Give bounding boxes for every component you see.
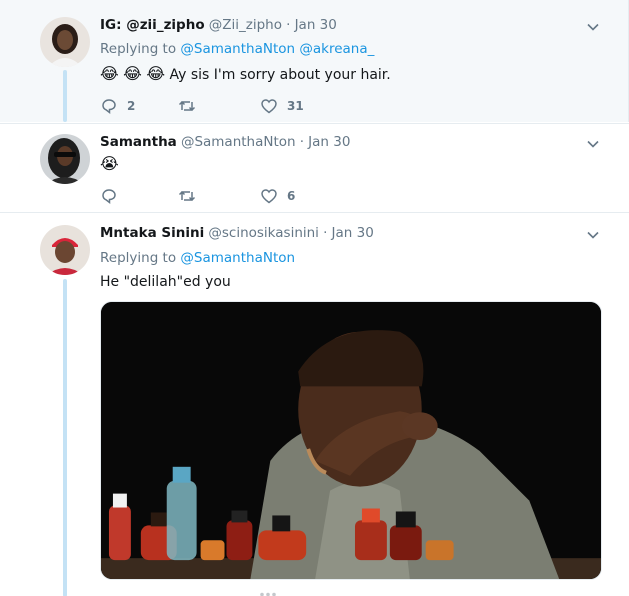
emoji: 😂 [146,64,166,83]
more-dots-icon [260,592,276,596]
timestamp[interactable]: Jan 30 [332,225,374,241]
mention-link[interactable]: @akreana_ [299,41,374,57]
tweet-header: IG: @zii_zipho @Zii_zipho · Jan 30 [100,17,337,33]
emoji: 😂 [100,64,119,83]
thread-line [63,70,67,122]
tweet-text: 😭 [100,154,119,173]
reply-count: 2 [127,99,136,113]
chevron-down-icon[interactable] [586,137,600,151]
tweet-body: He "delilah"ed you [100,274,231,290]
tweet-media-image[interactable] [100,301,602,580]
replying-label: Replying to [100,41,177,57]
retweet-button[interactable] [178,186,205,206]
emoji: 😂 [123,64,142,83]
reply-icon [102,189,116,205]
crying-man-image [101,302,601,579]
display-name[interactable]: IG: @zii_zipho [100,17,205,33]
tweet-text: 😂 😂 😂 Ay sis I'm sorry about your hair. [100,64,391,83]
handle[interactable]: @SamanthaNton [181,134,296,150]
tweet-zii-zipho[interactable]: IG: @zii_zipho @Zii_zipho · Jan 30 Reply… [0,0,629,122]
tweet-actions: 2 31 [100,96,400,116]
retweet-icon [178,190,196,202]
tweet-text: He "delilah"ed you [100,274,231,290]
emoji: 😭 [100,154,119,173]
avatar[interactable] [40,225,90,275]
like-button[interactable]: 6 [260,186,295,206]
tweet-header: Mntaka Sinini @scinosikasinini · Jan 30 [100,225,374,241]
display-name[interactable]: Samantha [100,134,177,150]
like-count: 31 [287,99,304,113]
tweet-samantha[interactable]: Samantha @SamanthaNton · Jan 30 😭 6 [0,123,629,212]
avatar[interactable] [40,17,90,67]
handle[interactable]: @scinosikasinini [208,225,319,241]
replying-to: Replying to @SamanthaNton [100,250,295,266]
like-button[interactable]: 31 [260,96,304,116]
replying-label: Replying to [100,250,177,266]
reply-button[interactable]: 2 [100,96,135,116]
chevron-down-icon[interactable] [586,20,600,34]
retweet-button[interactable] [178,96,205,116]
separator: · [323,225,328,241]
timestamp[interactable]: Jan 30 [295,17,337,33]
tweet-actions: 6 [100,186,400,206]
mention-link[interactable]: @SamanthaNton [180,41,295,57]
chevron-down-icon[interactable] [586,228,600,242]
tweet-body: Ay sis I'm sorry about your hair. [169,67,391,83]
separator: · [286,17,291,33]
avatar[interactable] [40,134,90,184]
like-icon [261,99,277,114]
like-icon [261,189,277,204]
tweet-mntaka-sinini[interactable]: Mntaka Sinini @scinosikasinini · Jan 30 … [0,212,629,596]
display-name[interactable]: Mntaka Sinini [100,225,204,241]
retweet-icon [178,100,196,112]
tweet-header: Samantha @SamanthaNton · Jan 30 [100,134,350,150]
mention-link[interactable]: @SamanthaNton [180,250,295,266]
replying-to: Replying to @SamanthaNton @akreana_ [100,41,374,57]
reply-icon [102,99,116,115]
reply-button[interactable] [100,186,127,206]
separator: · [299,134,305,150]
handle[interactable]: @Zii_zipho [209,17,282,33]
like-count: 6 [287,189,296,203]
timestamp[interactable]: Jan 30 [308,134,350,150]
thread-line [63,279,67,596]
